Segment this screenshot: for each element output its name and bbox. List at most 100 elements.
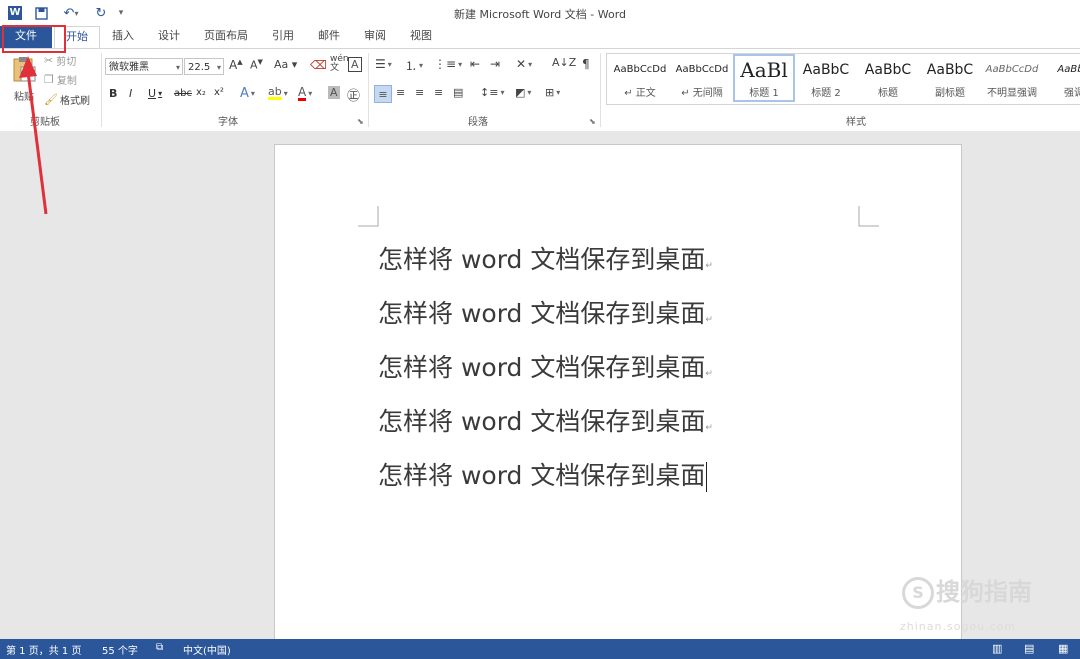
- margin-corner-top-left: [358, 206, 379, 227]
- tab-mailings[interactable]: 邮件: [310, 26, 348, 48]
- underline-button[interactable]: U ▾: [148, 87, 162, 100]
- subscript-button[interactable]: x₂: [196, 87, 206, 98]
- character-border-icon: A: [348, 57, 362, 72]
- title-bar: W ↶ ▾ ↻ ▾ 新建 Microsoft Word 文档 - Word: [0, 0, 1080, 26]
- text-effects-button[interactable]: A ▾: [240, 86, 255, 101]
- ribbon-tabs: 文件 开始 插入 设计 页面布局 引用 邮件 审阅 视图: [0, 26, 1080, 49]
- borders-button[interactable]: ⊞ ▾: [545, 86, 560, 99]
- line-text: 怎样将 word 文档保存到桌面: [378, 245, 706, 274]
- style-emphasis[interactable]: AaBbC 强调: [1043, 56, 1080, 102]
- line-spacing-button[interactable]: ↕≡ ▾: [480, 86, 504, 99]
- font-name-combo[interactable]: 微软雅黑 ▾: [105, 58, 183, 75]
- group-divider: [368, 53, 369, 127]
- tab-review[interactable]: 审阅: [356, 26, 394, 48]
- numbering-button[interactable]: ⒈ ▾: [405, 57, 423, 74]
- chevron-down-icon: ▾: [216, 63, 221, 72]
- tab-insert[interactable]: 插入: [104, 26, 142, 48]
- strikethrough-button[interactable]: abc: [174, 88, 192, 99]
- group-divider: [600, 53, 601, 127]
- italic-button[interactable]: I: [129, 87, 132, 100]
- style-sample: AaBbC: [926, 62, 974, 78]
- web-layout-icon[interactable]: ▦: [1058, 642, 1068, 655]
- align-center-icon: ≡: [396, 86, 406, 99]
- text-cursor: [706, 462, 708, 492]
- proofing-icon[interactable]: ⧉: [156, 642, 163, 653]
- phonetic-guide-button[interactable]: wén 文: [330, 55, 349, 73]
- word-count[interactable]: 55 个字: [102, 642, 138, 657]
- align-center-button[interactable]: ≡: [396, 86, 405, 99]
- shading-button[interactable]: ◩ ▾: [515, 86, 531, 99]
- phonetic-guide-icon: wén 文: [330, 54, 349, 73]
- align-right-icon: ≡: [415, 86, 425, 99]
- align-left-icon: ≡: [378, 87, 388, 101]
- chinese-layout-button[interactable]: ✕ ▾: [516, 57, 532, 71]
- shrink-font-button[interactable]: A▼: [250, 58, 263, 72]
- superscript-icon: x²: [214, 87, 224, 98]
- show-marks-button[interactable]: ¶: [582, 57, 590, 71]
- tab-references[interactable]: 引用: [264, 26, 302, 48]
- document-line[interactable]: 怎样将 word 文档保存到桌面↵: [378, 240, 713, 276]
- style-name: 强调: [1064, 88, 1080, 99]
- highlight-button[interactable]: ab ▾: [268, 86, 288, 100]
- bold-button[interactable]: B: [109, 87, 117, 100]
- pilcrow-icon: ¶: [582, 57, 590, 71]
- document-line[interactable]: 怎样将 word 文档保存到桌面: [378, 456, 708, 492]
- bullets-button[interactable]: ☰ ▾: [375, 57, 392, 71]
- document-line[interactable]: 怎样将 word 文档保存到桌面↵: [378, 348, 713, 384]
- bold-icon: B: [109, 87, 118, 100]
- document-line[interactable]: 怎样将 word 文档保存到桌面↵: [378, 294, 713, 330]
- language-indicator[interactable]: 中文(中国): [183, 642, 231, 657]
- style-title[interactable]: AaBbC 标题: [857, 56, 919, 102]
- superscript-button[interactable]: x²: [214, 87, 224, 98]
- align-left-button[interactable]: ≡: [374, 85, 392, 103]
- paragraph-group-label: 段落: [468, 117, 488, 128]
- character-shading-button[interactable]: A: [328, 86, 340, 99]
- clear-formatting-button[interactable]: ⌫: [310, 58, 327, 72]
- style-no-spacing[interactable]: AaBbCcDd ↵ 无间隔: [671, 56, 733, 102]
- decrease-indent-button[interactable]: ⇤: [470, 57, 480, 71]
- style-subtle-emphasis[interactable]: AaBbCcDd 不明显强调: [981, 56, 1043, 102]
- tab-page-layout[interactable]: 页面布局: [198, 26, 254, 48]
- document-line[interactable]: 怎样将 word 文档保存到桌面↵: [378, 402, 713, 438]
- grow-font-button[interactable]: A▲: [229, 58, 243, 72]
- read-mode-icon[interactable]: ▥: [992, 642, 1002, 655]
- increase-indent-button[interactable]: ⇥: [490, 57, 500, 71]
- style-sample: AaBbC: [864, 62, 912, 78]
- font-size-combo[interactable]: 22.5 ▾: [184, 58, 224, 75]
- style-normal[interactable]: AaBbCcDd ↵ 正文: [609, 56, 671, 102]
- tab-view[interactable]: 视图: [402, 26, 440, 48]
- enclose-characters-button[interactable]: ㊣: [347, 85, 360, 104]
- align-right-button[interactable]: ≡: [415, 86, 424, 99]
- chevron-down-icon: ▾: [175, 63, 180, 72]
- decrease-indent-icon: ⇤: [470, 57, 481, 71]
- dialog-launcher-icon: ⬊: [589, 117, 596, 126]
- enclose-characters-icon: ㊣: [347, 89, 361, 104]
- multilevel-list-icon: ⋮≡: [434, 57, 457, 71]
- distributed-icon: ▤: [453, 86, 464, 99]
- style-subtitle[interactable]: AaBbC 副标题: [919, 56, 981, 102]
- print-layout-icon[interactable]: ▤: [1024, 642, 1034, 655]
- change-case-button[interactable]: Aa ▾: [274, 58, 297, 71]
- font-color-button[interactable]: A ▾: [298, 86, 312, 101]
- style-name: 不明显强调: [987, 88, 1037, 99]
- justify-icon: ≡: [434, 86, 444, 99]
- strikethrough-icon: abc: [174, 88, 192, 99]
- style-heading-1[interactable]: AaBl 标题 1: [733, 54, 795, 102]
- line-text: 怎样将 word 文档保存到桌面: [378, 353, 706, 382]
- paragraph-dialog-launcher[interactable]: ⬊: [589, 117, 596, 126]
- style-name: ↵ 无间隔: [681, 88, 723, 99]
- tab-design[interactable]: 设计: [150, 26, 188, 48]
- paragraph-mark: ↵: [705, 315, 713, 325]
- justify-button[interactable]: ≡: [434, 86, 443, 99]
- line-text: 怎样将 word 文档保存到桌面: [378, 299, 706, 328]
- page-count[interactable]: 第 1 页，共 1 页: [6, 642, 81, 657]
- distributed-button[interactable]: ▤: [453, 86, 463, 99]
- multilevel-list-button[interactable]: ⋮≡ ▾: [434, 57, 462, 71]
- watermark-brand: 搜狗指南: [936, 578, 1032, 606]
- font-dialog-launcher[interactable]: ⬊: [357, 117, 364, 126]
- style-heading-2[interactable]: AaBbC 标题 2: [795, 56, 857, 102]
- sort-button[interactable]: A↓Z: [552, 56, 576, 69]
- subscript-icon: x₂: [196, 87, 206, 98]
- character-border-button[interactable]: A: [348, 57, 362, 72]
- dialog-launcher-icon: ⬊: [357, 117, 364, 126]
